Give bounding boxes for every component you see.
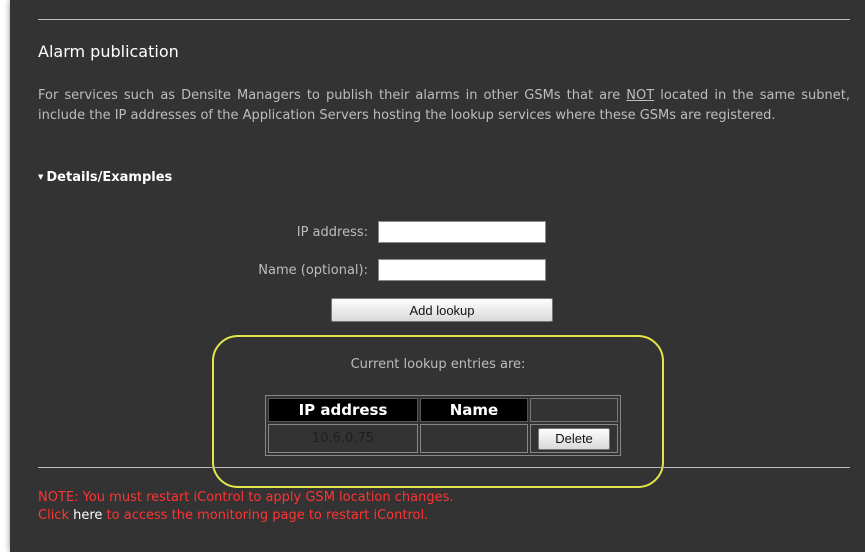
caret-down-icon: ▼ bbox=[38, 173, 44, 181]
column-header-name: Name bbox=[420, 398, 528, 422]
restart-note-suffix: to access the monitoring page to restart… bbox=[102, 508, 429, 523]
restart-note-line1: NOTE: You must restart iControl to apply… bbox=[38, 490, 454, 505]
add-lookup-button[interactable]: Add lookup bbox=[331, 298, 553, 322]
section-title: Alarm publication bbox=[38, 42, 179, 61]
table-row: 10.6.0.75 Delete bbox=[268, 424, 618, 453]
name-optional-label: Name (optional): bbox=[258, 263, 368, 278]
restart-note-prefix: Click bbox=[38, 508, 74, 523]
column-header-ip-address: IP address bbox=[268, 398, 418, 422]
section-description: For services such as Densite Managers to… bbox=[38, 86, 850, 126]
column-header-actions bbox=[530, 398, 618, 422]
lookup-ip-cell: 10.6.0.75 bbox=[268, 424, 418, 453]
details-examples-label: Details/Examples bbox=[46, 170, 173, 185]
description-text-start: For services such as Densite Managers to… bbox=[38, 88, 627, 103]
restart-note: NOTE: You must restart iControl to apply… bbox=[38, 489, 454, 525]
delete-button[interactable]: Delete bbox=[538, 427, 610, 450]
details-examples-toggle[interactable]: ▼ Details/Examples bbox=[38, 170, 172, 185]
table-header-row: IP address Name bbox=[268, 398, 618, 422]
ip-address-label: IP address: bbox=[296, 225, 368, 240]
name-optional-input[interactable] bbox=[378, 259, 546, 281]
lookup-entries-caption: Current lookup entries are: bbox=[350, 357, 526, 372]
lookup-action-cell: Delete bbox=[530, 424, 618, 453]
bottom-divider bbox=[38, 467, 850, 468]
description-emphasis: NOT bbox=[626, 88, 655, 103]
top-divider bbox=[38, 19, 850, 20]
monitoring-page-link[interactable]: here bbox=[73, 508, 102, 523]
lookup-entries-table: IP address Name 10.6.0.75 Delete bbox=[265, 395, 621, 456]
lookup-name-cell bbox=[420, 424, 528, 453]
ip-address-input[interactable] bbox=[378, 221, 546, 243]
